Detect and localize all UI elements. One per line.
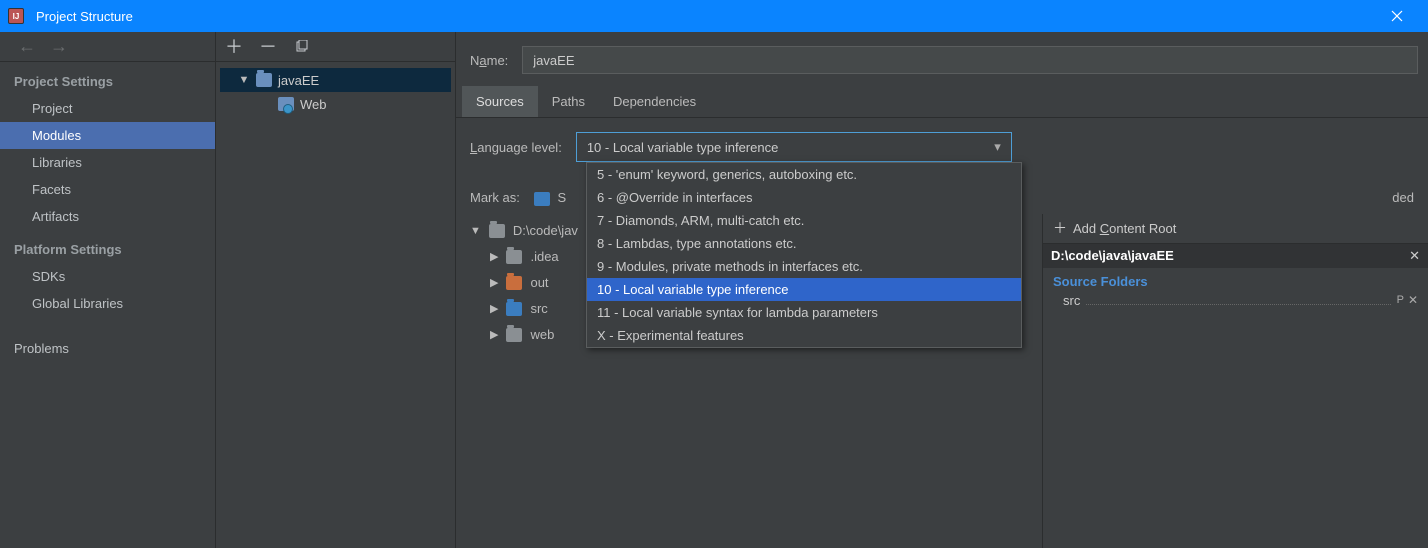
language-option-selected[interactable]: 10 - Local variable type inference: [587, 278, 1021, 301]
settings-nav-column: ← → Project Settings Project Modules Lib…: [0, 32, 216, 548]
language-option[interactable]: 11 - Local variable syntax for lambda pa…: [587, 301, 1021, 324]
folder-icon: [506, 328, 522, 342]
modules-tree: ▼ javaEE Web: [216, 62, 455, 122]
folder-label: out: [530, 275, 548, 290]
content-root-entry[interactable]: D:\code\java\javaEE ✕: [1043, 244, 1428, 268]
unmark-source-icon[interactable]: ✕: [1408, 293, 1418, 307]
nav-history-bar: ← →: [0, 32, 215, 62]
section-project-settings: Project Settings: [0, 62, 215, 95]
source-folder-actions: P ✕: [1397, 293, 1418, 307]
language-option[interactable]: 5 - 'enum' keyword, generics, autoboxing…: [587, 163, 1021, 186]
close-icon: [1391, 10, 1403, 22]
tab-dependencies[interactable]: Dependencies: [599, 86, 710, 117]
module-tabs: Sources Paths Dependencies: [456, 86, 1428, 118]
title-bar: IJ Project Structure: [0, 0, 1428, 32]
content-root-path: D:\code\jav: [513, 223, 578, 238]
module-folder-icon: [256, 73, 272, 87]
mark-as-truncated: S: [557, 190, 566, 205]
expand-arrow-icon[interactable]: ▶: [490, 250, 498, 263]
remove-content-root-button[interactable]: ✕: [1409, 248, 1420, 264]
modules-toolbar: ＋ －: [216, 32, 455, 62]
expand-arrow-icon[interactable]: ▶: [490, 302, 498, 315]
expand-arrow-icon[interactable]: ▶: [490, 328, 498, 341]
tab-paths[interactable]: Paths: [538, 86, 599, 117]
main-layout: ← → Project Settings Project Modules Lib…: [0, 32, 1428, 548]
module-name-input[interactable]: [522, 46, 1418, 74]
nav-item-modules[interactable]: Modules: [0, 122, 215, 149]
nav-item-project[interactable]: Project: [0, 95, 215, 122]
close-window-button[interactable]: [1374, 0, 1420, 32]
copy-module-button[interactable]: [294, 39, 310, 55]
nav-back-button[interactable]: ←: [18, 36, 36, 57]
language-option[interactable]: 6 - @Override in interfaces: [587, 186, 1021, 209]
mark-as-option-sources[interactable]: S: [534, 190, 566, 206]
nav-item-sdks[interactable]: SDKs: [0, 263, 215, 290]
language-option[interactable]: 8 - Lambdas, type annotations etc.: [587, 232, 1021, 255]
module-node-web[interactable]: Web: [220, 92, 451, 116]
language-option[interactable]: 9 - Modules, private methods in interfac…: [587, 255, 1021, 278]
content-roots-panel: ＋ Add Content Root D:\code\java\javaEE ✕…: [1042, 214, 1428, 548]
expand-arrow-icon[interactable]: ▼: [470, 225, 481, 237]
edit-properties-icon[interactable]: P: [1397, 294, 1404, 306]
add-module-button[interactable]: ＋: [226, 39, 242, 55]
language-option[interactable]: 7 - Diamonds, ARM, multi-catch etc.: [587, 209, 1021, 232]
nav-item-global-libraries[interactable]: Global Libraries: [0, 290, 215, 317]
language-option[interactable]: X - Experimental features: [587, 324, 1021, 347]
source-folders-header: Source Folders: [1043, 268, 1428, 291]
copy-icon: [295, 40, 309, 54]
module-detail-column: Name: Sources Paths Dependencies Languag…: [456, 32, 1428, 548]
chevron-down-icon: ▾: [994, 139, 1001, 155]
dotted-separator: [1086, 295, 1390, 305]
folder-label: src: [530, 301, 547, 316]
folder-icon: [489, 224, 505, 238]
language-level-value: 10 - Local variable type inference: [587, 140, 779, 155]
nav-item-problems[interactable]: Problems: [0, 335, 215, 362]
language-level-select[interactable]: 10 - Local variable type inference ▾: [576, 132, 1012, 162]
language-level-row: Language level: 10 - Local variable type…: [456, 118, 1428, 174]
folder-label: .idea: [530, 249, 558, 264]
mark-as-label: Mark as:: [470, 190, 520, 205]
web-module-icon: [278, 97, 294, 111]
expand-arrow-icon[interactable]: ▶: [490, 276, 498, 289]
tab-sources[interactable]: Sources: [462, 86, 538, 117]
source-folder-label: src: [1063, 293, 1080, 308]
app-icon: IJ: [8, 8, 24, 24]
folder-icon: [506, 250, 522, 264]
name-label: Name:: [470, 53, 508, 68]
window-title: Project Structure: [36, 9, 1374, 24]
content-root-full-path: D:\code\java\javaEE: [1051, 248, 1174, 263]
folder-label: web: [530, 327, 554, 342]
nav-item-artifacts[interactable]: Artifacts: [0, 203, 215, 230]
mark-as-truncated-tail: ded: [1392, 190, 1414, 205]
sources-folder-icon: [506, 302, 522, 316]
nav-forward-button[interactable]: →: [50, 36, 68, 57]
module-name-row: Name:: [456, 32, 1428, 86]
nav-item-libraries[interactable]: Libraries: [0, 149, 215, 176]
nav-item-facets[interactable]: Facets: [0, 176, 215, 203]
language-level-dropdown: 5 - 'enum' keyword, generics, autoboxing…: [586, 162, 1022, 348]
add-content-root-button[interactable]: ＋ Add Content Root: [1043, 214, 1428, 244]
section-platform-settings: Platform Settings: [0, 230, 215, 263]
plus-icon: ＋: [1053, 218, 1067, 238]
language-level-label: Language level:: [470, 140, 562, 155]
modules-column: ＋ － ▼ javaEE Web: [216, 32, 456, 548]
module-label: Web: [300, 97, 327, 112]
remove-module-button[interactable]: －: [260, 39, 276, 55]
sources-folder-icon: [534, 192, 550, 206]
source-folder-item[interactable]: src P ✕: [1043, 291, 1428, 310]
expand-arrow-icon[interactable]: ▼: [238, 74, 250, 86]
excluded-folder-icon: [506, 276, 522, 290]
add-content-root-label: Add Content Root: [1073, 221, 1176, 236]
module-node-javaee[interactable]: ▼ javaEE: [220, 68, 451, 92]
module-label: javaEE: [278, 73, 319, 88]
